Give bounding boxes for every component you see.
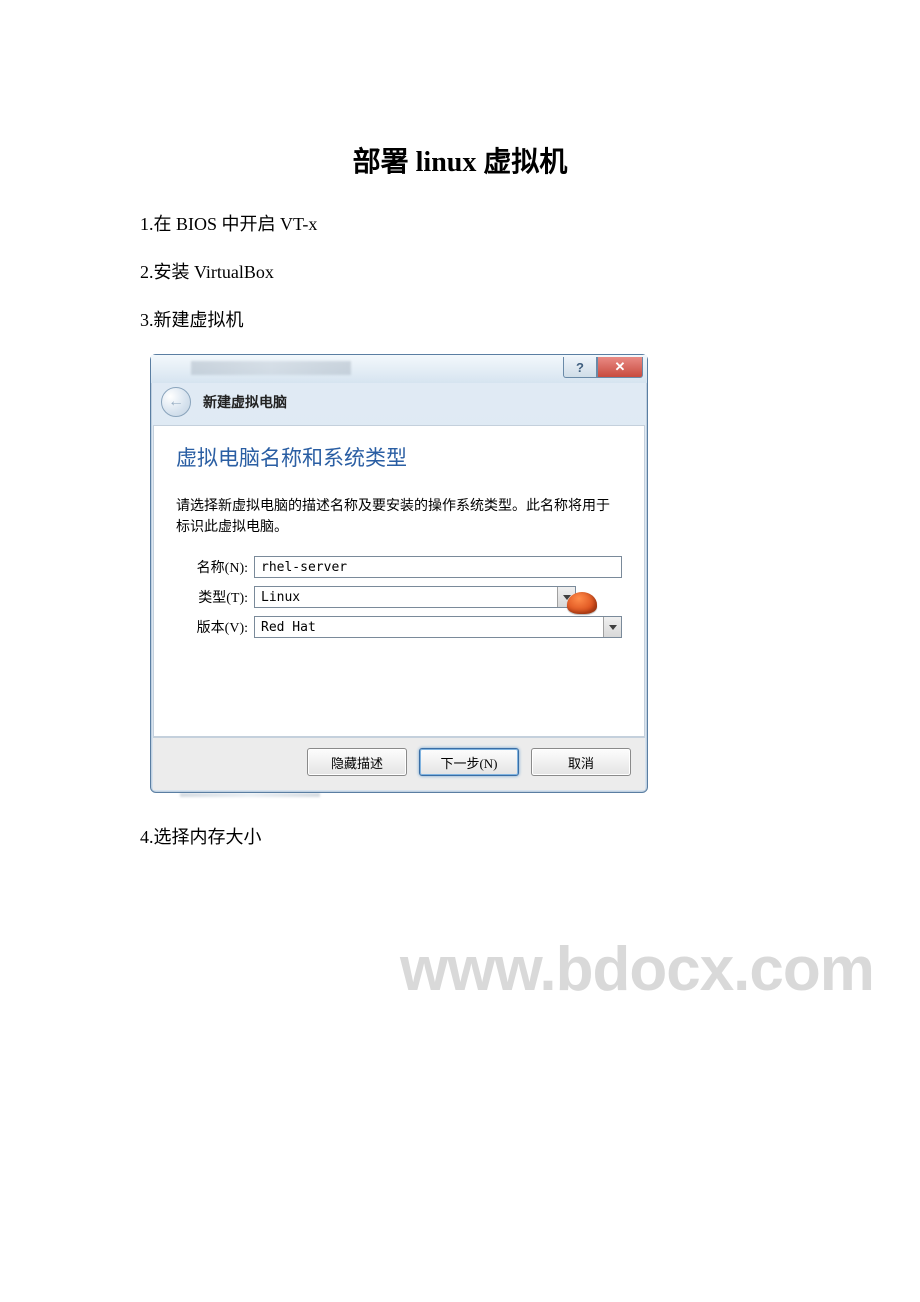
name-label: 名称(N): <box>176 557 254 577</box>
titlebar-blurred-text <box>191 361 351 375</box>
name-input[interactable] <box>254 556 622 578</box>
version-label: 版本(V): <box>176 617 254 637</box>
step-2: 2.安装 VirtualBox <box>140 258 780 284</box>
dialog-shadow <box>180 793 320 797</box>
back-button[interactable]: ← <box>161 387 191 417</box>
cancel-button[interactable]: 取消 <box>531 748 631 776</box>
watermark: www.bdocx.com <box>400 934 874 1005</box>
titlebar: ? ✕ <box>151 355 647 383</box>
type-select[interactable] <box>254 586 576 608</box>
virtualbox-dialog: www.bdocx.com ? ✕ ← 新建虚拟电脑 虚拟电脑名称和系统类型 请… <box>150 354 648 797</box>
document-title: 部署 linux 虚拟机 <box>140 140 780 180</box>
dialog-description: 请选择新虚拟电脑的描述名称及要安装的操作系统类型。此名称将用于标识此虚拟电脑。 <box>176 496 622 538</box>
section-heading: 虚拟电脑名称和系统类型 <box>176 442 622 472</box>
version-select[interactable] <box>254 616 622 638</box>
wizard-title: 新建虚拟电脑 <box>203 392 287 412</box>
type-label: 类型(T): <box>176 587 254 607</box>
next-button[interactable]: 下一步(N) <box>419 748 519 776</box>
step-3: 3.新建虚拟机 <box>140 306 780 332</box>
help-button[interactable]: ? <box>563 357 597 378</box>
step-1: 1.在 BIOS 中开启 VT-x <box>140 210 780 236</box>
step-4: 4.选择内存大小 <box>140 823 780 849</box>
close-button[interactable]: ✕ <box>597 357 643 378</box>
hide-description-button[interactable]: 隐藏描述 <box>307 748 407 776</box>
